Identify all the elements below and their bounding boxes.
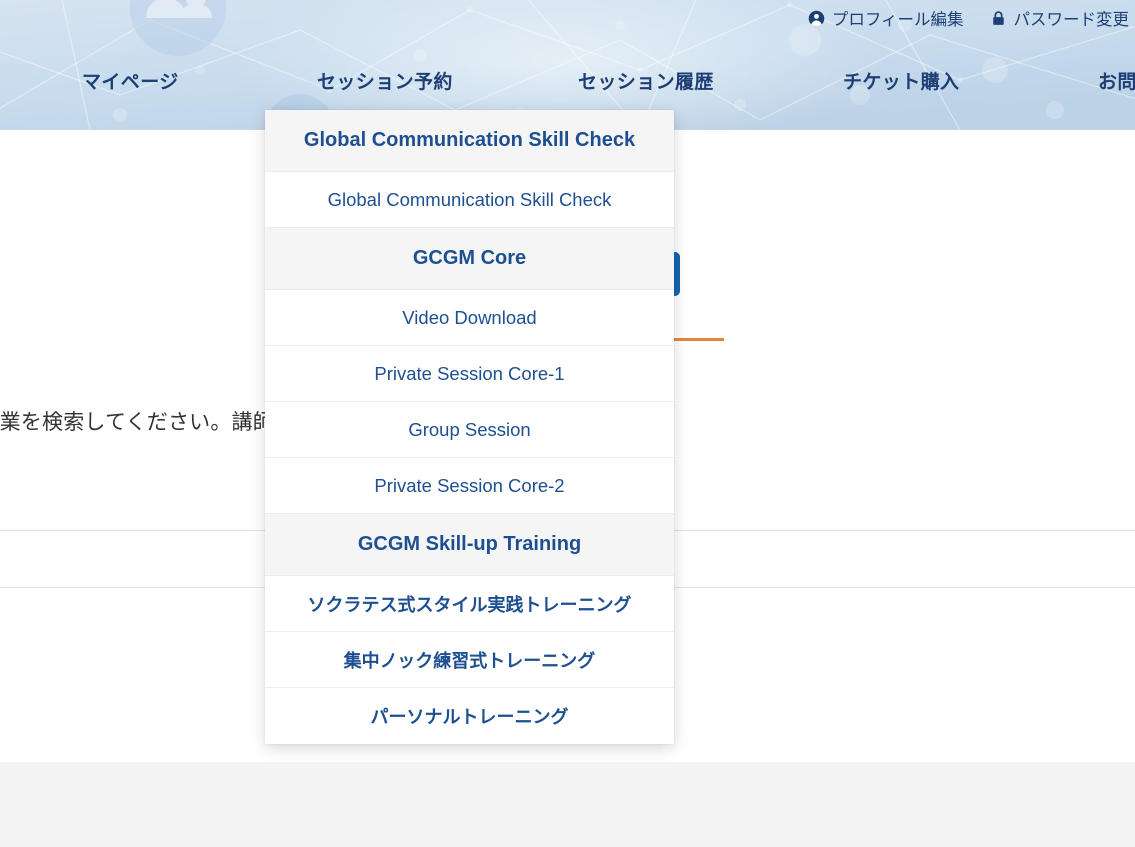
dropdown-item-private-session-core-1[interactable]: Private Session Core-1 — [265, 346, 674, 402]
header-utility-links: プロフィール編集 パスワード変更 — [0, 0, 1135, 36]
dropdown-group-header-skillup: GCGM Skill-up Training — [265, 514, 674, 576]
password-change-label: パスワード変更 — [1013, 11, 1130, 29]
nav-item-mypage[interactable]: マイページ — [82, 67, 179, 94]
nav-item-ticket-purchase[interactable]: チケット購入 — [843, 67, 959, 94]
dropdown-item-personal-training[interactable]: パーソナルトレーニング — [265, 688, 674, 744]
dropdown-item-gcsc[interactable]: Global Communication Skill Check — [265, 172, 674, 228]
user-circle-icon — [808, 10, 825, 27]
profile-edit-link[interactable]: プロフィール編集 — [808, 6, 964, 30]
profile-edit-label: プロフィール編集 — [831, 11, 964, 29]
dropdown-item-knock-training[interactable]: 集中ノック練習式トレーニング — [265, 632, 674, 688]
dropdown-item-group-session[interactable]: Group Session — [265, 402, 674, 458]
dropdown-item-video-download[interactable]: Video Download — [265, 290, 674, 346]
password-change-link[interactable]: パスワード変更 — [990, 6, 1130, 30]
dropdown-item-socratic-training[interactable]: ソクラテス式スタイル実践トレーニング — [265, 576, 674, 632]
dropdown-group-header-gcgm-core: GCGM Core — [265, 228, 674, 290]
footer-band — [0, 762, 1135, 847]
nav-item-session-booking[interactable]: セッション予約 — [317, 67, 453, 94]
lock-icon — [990, 10, 1007, 27]
dropdown-item-private-session-core-2[interactable]: Private Session Core-2 — [265, 458, 674, 514]
dropdown-group-header-gcsc: Global Communication Skill Check — [265, 110, 674, 172]
nav-item-session-history[interactable]: セッション履歴 — [578, 67, 714, 94]
session-booking-dropdown: Global Communication Skill Check Global … — [265, 110, 674, 744]
main-navigation: マイページ セッション予約 セッション履歴 チケット購入 お問 — [0, 56, 1135, 104]
nav-item-contact[interactable]: お問 — [1098, 67, 1135, 94]
